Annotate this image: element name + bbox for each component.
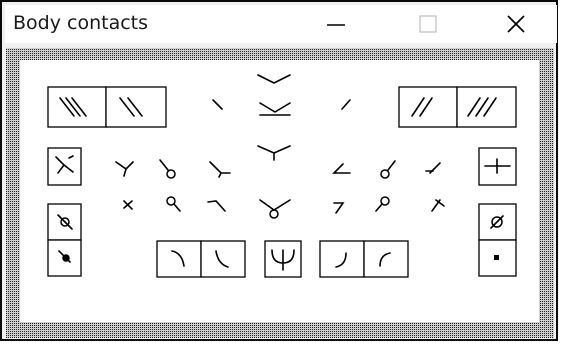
window-frame: Body contacts xyxy=(0,0,558,341)
filled-square-icon xyxy=(494,255,499,260)
contact-ring-center-icon xyxy=(259,199,291,219)
filled-square-button[interactable] xyxy=(478,239,517,277)
right-curve-button[interactable] xyxy=(363,240,409,278)
contact-pin-icon xyxy=(166,196,181,212)
close-icon xyxy=(507,15,525,33)
contact-hook-icon xyxy=(431,199,445,212)
open-contact-button[interactable] xyxy=(47,203,82,241)
three-slash-forward-button[interactable] xyxy=(456,86,517,128)
three-slash-button[interactable] xyxy=(47,86,107,128)
contact-hook-right-icon xyxy=(425,162,441,174)
diagonal-right-icon xyxy=(341,99,351,110)
diagonal-left-icon xyxy=(212,99,223,110)
contact-step-right-icon xyxy=(333,202,345,214)
maximize-icon xyxy=(419,15,437,33)
filled-contact-button[interactable] xyxy=(47,239,82,277)
posture-select-button[interactable] xyxy=(47,147,82,186)
symbol-palette xyxy=(20,60,539,322)
window-title: Body contacts xyxy=(13,12,149,34)
contact-cross-icon xyxy=(123,200,133,210)
maximize-button[interactable] xyxy=(405,5,451,43)
slashed-circle-button[interactable] xyxy=(478,203,517,241)
client-area xyxy=(6,48,554,338)
contact-pin-right-icon xyxy=(375,196,390,212)
minimize-button[interactable] xyxy=(313,5,359,43)
two-slash-forward-button[interactable] xyxy=(398,86,458,128)
two-slash-button[interactable] xyxy=(105,86,167,128)
left-arc-button[interactable] xyxy=(156,240,202,278)
title-bar[interactable]: Body contacts xyxy=(5,5,557,43)
right-arc-button[interactable] xyxy=(200,240,246,278)
minimize-icon xyxy=(327,24,345,26)
horizontal-line-button[interactable] xyxy=(478,147,517,186)
chevron-down-icon xyxy=(257,74,291,84)
left-curve-button[interactable] xyxy=(319,240,365,278)
contact-foot-icon xyxy=(209,161,231,178)
contact-symbol-icon xyxy=(115,161,134,177)
trident-button[interactable] xyxy=(264,240,302,278)
close-button[interactable] xyxy=(493,5,539,43)
contact-ring-right-icon xyxy=(380,160,396,179)
contact-foot-right-icon xyxy=(332,163,351,174)
chevron-stem-icon xyxy=(257,145,291,161)
body-contact-symbols xyxy=(47,74,517,278)
chevron-bar-icon xyxy=(259,102,291,116)
contact-ring-icon xyxy=(159,159,176,179)
contact-step-icon xyxy=(207,200,226,212)
